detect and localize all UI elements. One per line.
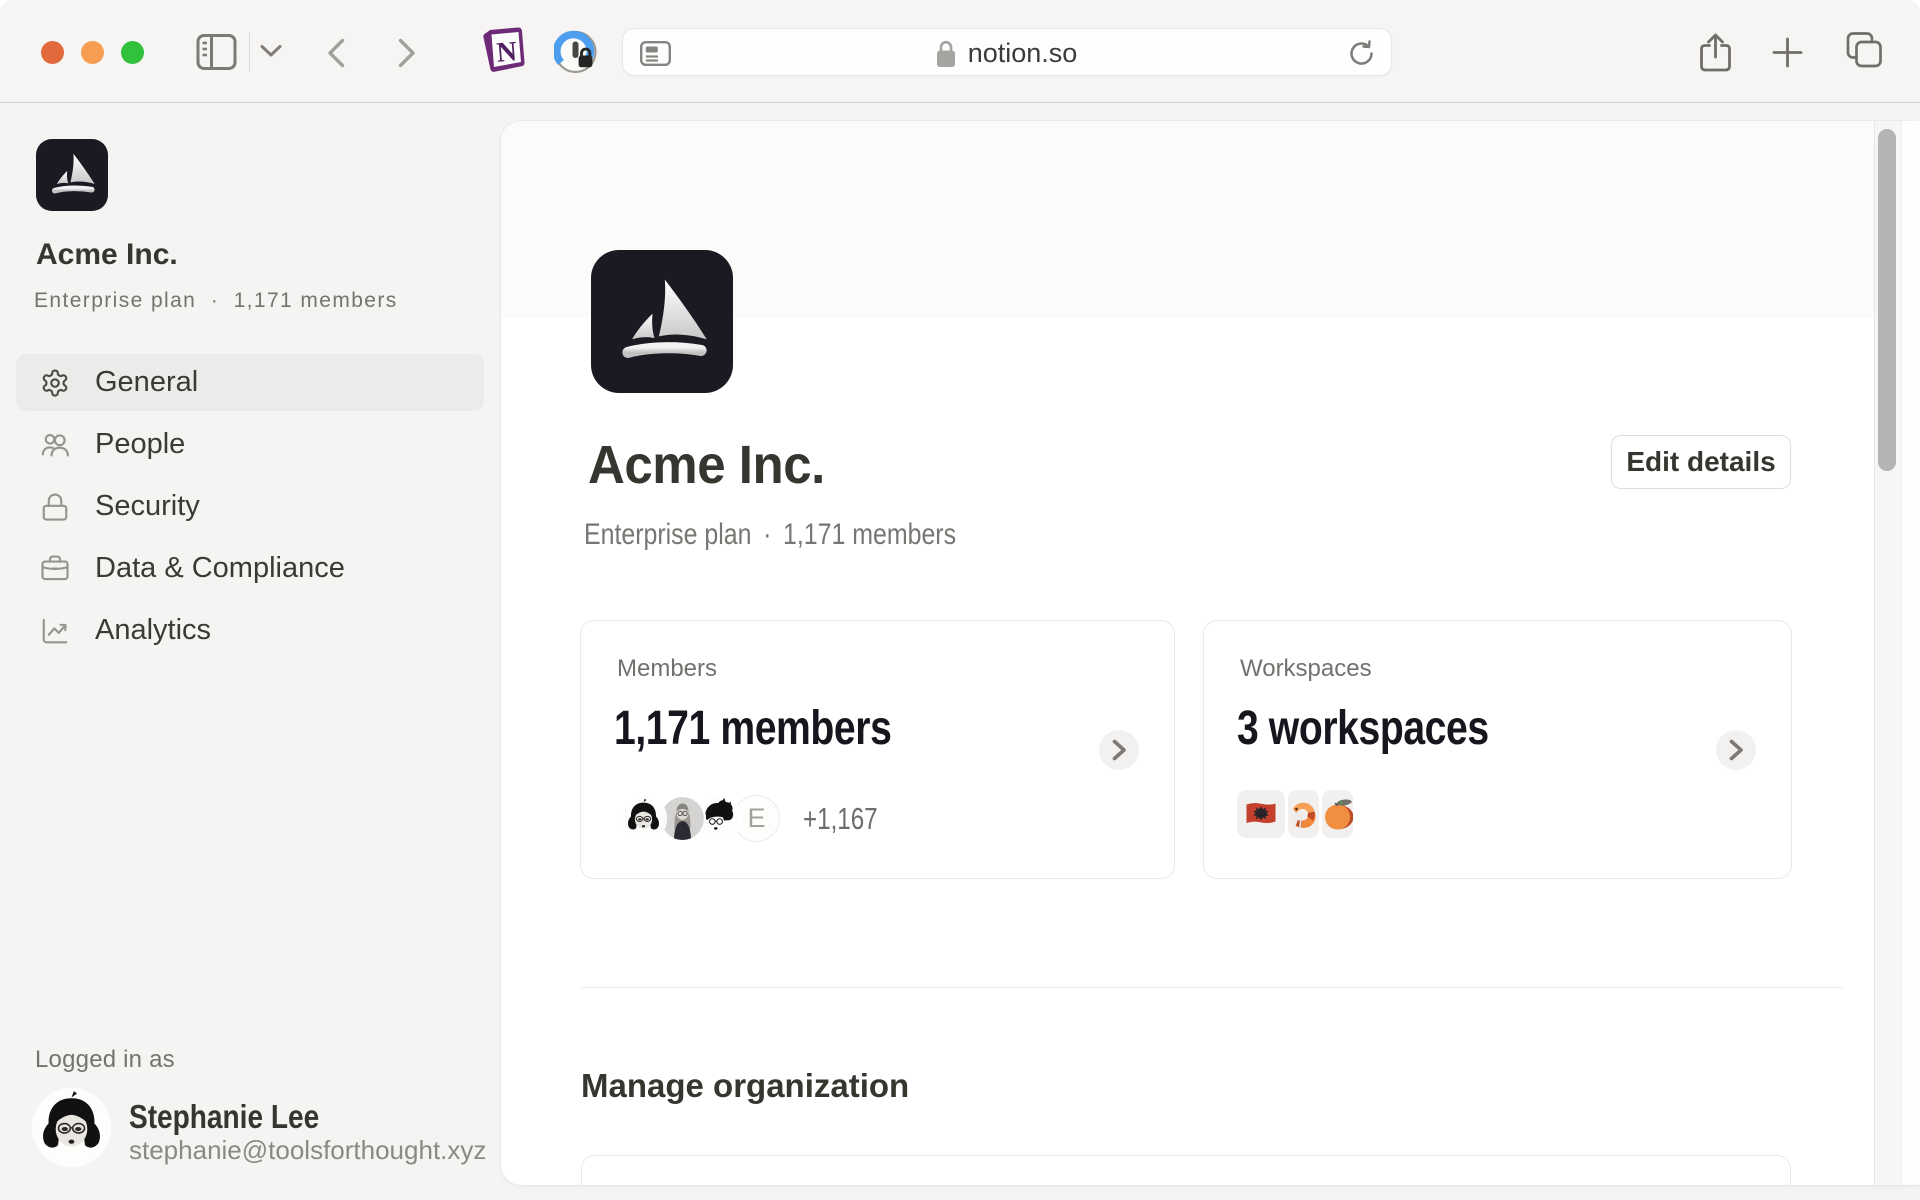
svg-text:N: N — [496, 36, 519, 68]
